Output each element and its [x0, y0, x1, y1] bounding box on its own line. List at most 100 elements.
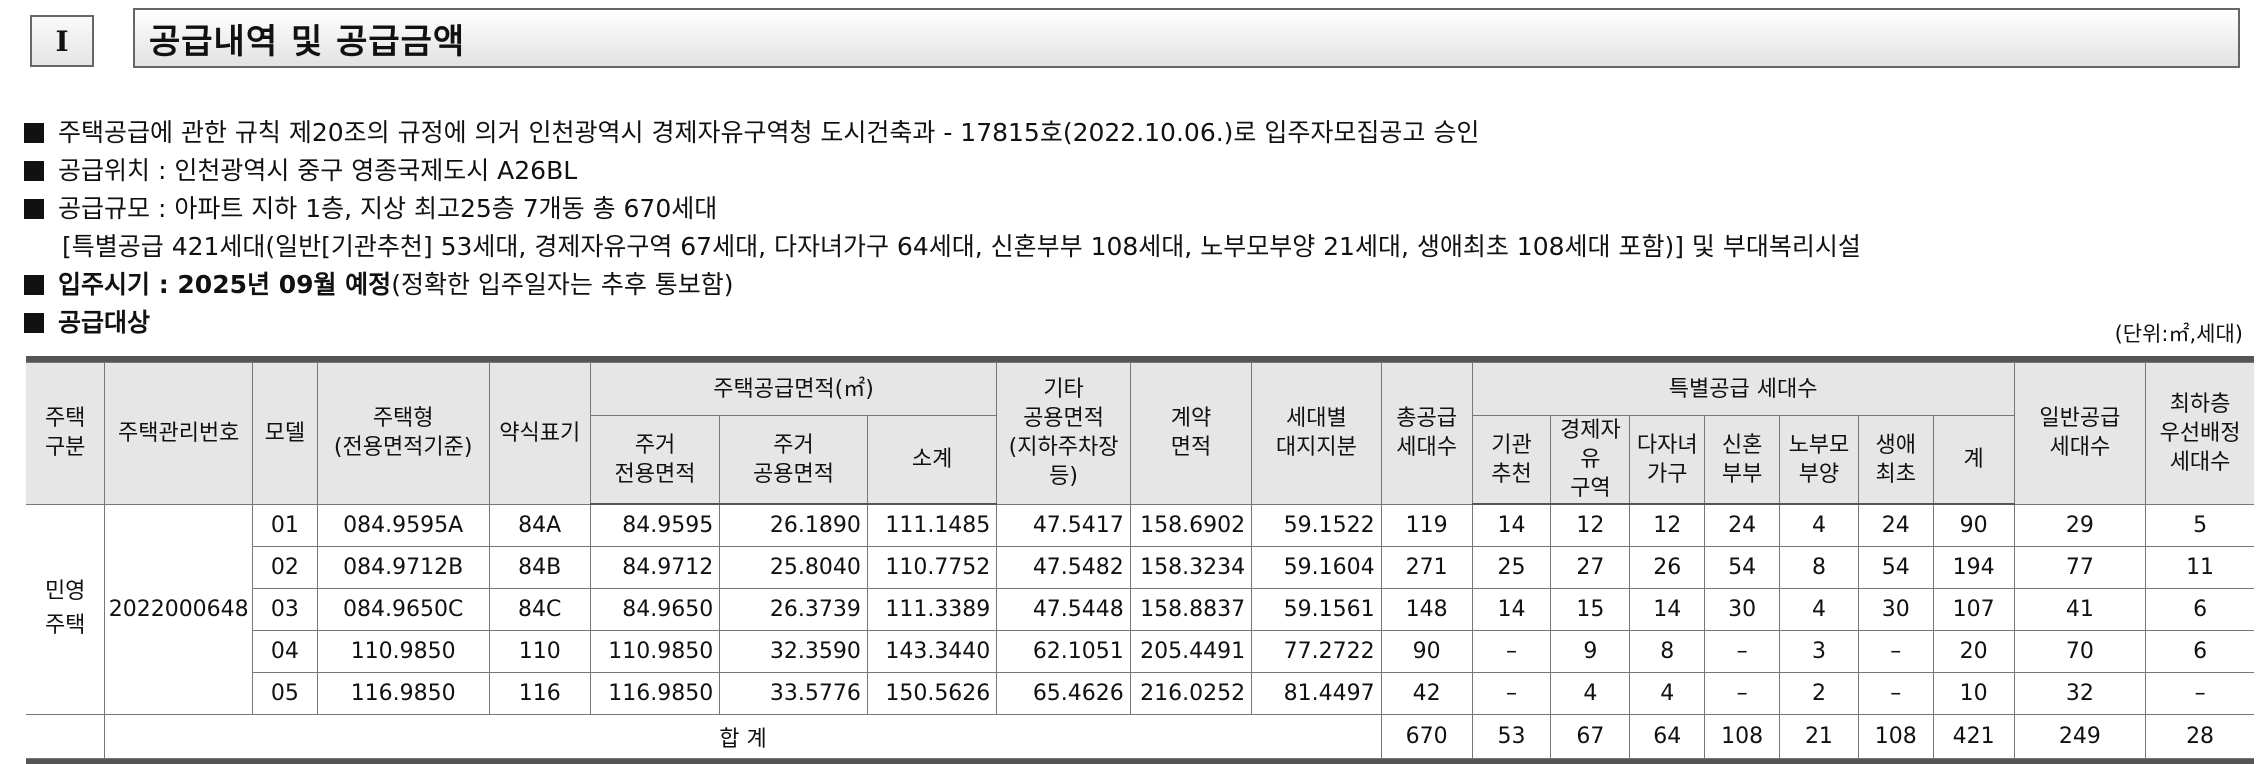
- cell-total: 148: [1380, 588, 1473, 631]
- cell-general: 41: [2013, 588, 2147, 631]
- cell-other: 47.5482: [996, 546, 1131, 589]
- cell-freezone: 27: [1550, 546, 1631, 589]
- cell-newlywed: –: [1704, 672, 1780, 715]
- th-common-area: 주거 공용면적: [719, 415, 868, 505]
- cell-multichild: 26: [1629, 546, 1706, 589]
- cell-lowest: 5: [2145, 503, 2254, 547]
- cell-agency: 14: [1471, 588, 1552, 631]
- th-sp-multi-child: 다자녀 가구: [1629, 415, 1706, 505]
- cell-excl: 116.9850: [589, 672, 721, 715]
- cell-general: 32: [2013, 672, 2147, 715]
- th-sp-newlywed: 신혼 부부: [1704, 415, 1780, 505]
- cell-agency: 25: [1471, 546, 1552, 589]
- th-model: 모델: [252, 362, 318, 505]
- cell-excl: 84.9650: [589, 588, 721, 631]
- cell-first: 24: [1857, 503, 1934, 547]
- cell-elderly: 3: [1779, 630, 1859, 673]
- cell-common: 33.5776: [719, 672, 868, 715]
- cell-general: 29: [2013, 503, 2147, 547]
- cell-housing-type: 민영 주택: [26, 503, 106, 715]
- cell-model: 03: [252, 588, 318, 631]
- table-row: 04 110.9850 110 110.9850 32.3590 143.344…: [26, 630, 2254, 673]
- cell-spsum: 194: [1932, 546, 2015, 589]
- cell-general: 70: [2013, 630, 2147, 673]
- cell-contract: 158.8837: [1129, 588, 1253, 631]
- cell-spsum: 107: [1932, 588, 2015, 631]
- cell-total: 271: [1380, 546, 1473, 589]
- cell-freezone: 9: [1550, 630, 1631, 673]
- cell-newlywed: 54: [1704, 546, 1780, 589]
- note-move-in: 입주시기 : 2025년 09월 예정 (정확한 입주일자는 추후 통보함): [24, 266, 2244, 304]
- cell-model: 01: [252, 503, 318, 547]
- section-number-box: I: [30, 15, 94, 67]
- cell-land: 59.1604: [1251, 546, 1382, 589]
- cell-elderly: 4: [1779, 588, 1859, 631]
- cell-common: 25.8040: [719, 546, 868, 589]
- note-approval: 주택공급에 관한 규칙 제20조의 규정에 의거 인천광역시 경제자유구역청 도…: [24, 114, 2244, 152]
- cell-excl: 84.9595: [589, 503, 721, 547]
- cell-short: 116: [488, 672, 591, 715]
- note-location: 공급위치 : 인천광역시 중구 영종국제도시 A26BL: [24, 152, 2244, 190]
- th-sp-first-time: 생애 최초: [1857, 415, 1934, 505]
- th-exclusive-area: 주거 전용면적: [590, 415, 721, 505]
- th-housing-type: 주택 구분: [26, 362, 106, 505]
- cell-newlywed: 30: [1704, 588, 1780, 631]
- table-row: 05 116.9850 116 116.9850 33.5776 150.562…: [26, 672, 2254, 715]
- cell-subtotal: 111.3389: [866, 588, 998, 631]
- th-sp-free-zone: 경제자유 구역: [1550, 415, 1631, 505]
- cell-general: 77: [2013, 546, 2147, 589]
- section-title: 공급내역 및 공급금액: [133, 8, 2240, 68]
- cell-freezone: 15: [1550, 588, 1631, 631]
- th-special-group: 특별공급 세대수: [1471, 362, 2015, 416]
- cell-lowest: 6: [2145, 588, 2254, 631]
- table-row: 03 084.9650C 84C 84.9650 26.3739 111.338…: [26, 588, 2254, 631]
- th-sp-sum: 계: [1932, 415, 2015, 505]
- square-bullet-icon: [24, 123, 44, 143]
- cell-lowest: –: [2145, 672, 2254, 715]
- cell-multichild: 12: [1629, 503, 1706, 547]
- cell-total: 119: [1380, 503, 1473, 547]
- cell-other: 47.5448: [996, 588, 1131, 631]
- cell-short: 110: [488, 630, 591, 673]
- th-sp-agency: 기관 추천: [1471, 415, 1552, 505]
- cell-multichild: 4: [1629, 672, 1706, 715]
- cell-lowest: 11: [2145, 546, 2254, 589]
- cell-land: 59.1522: [1251, 503, 1382, 547]
- th-sp-elderly: 노부모 부양: [1779, 415, 1859, 505]
- cell-short: 84B: [488, 546, 591, 589]
- cell-house-type: 110.9850: [316, 630, 490, 673]
- cell-short: 84A: [488, 503, 591, 547]
- cell-agency: –: [1471, 630, 1552, 673]
- cell-elderly: 2: [1779, 672, 1859, 715]
- cell-subtotal: 150.5626: [866, 672, 998, 715]
- section-number: I: [55, 24, 69, 58]
- cell-other: 65.4626: [996, 672, 1131, 715]
- cell-land: 77.2722: [1251, 630, 1382, 673]
- cell-house-type: 084.9650C: [316, 588, 490, 631]
- cell-house-type: 116.9850: [316, 672, 490, 715]
- square-bullet-icon: [24, 161, 44, 181]
- cell-lowest: 6: [2145, 630, 2254, 673]
- cell-newlywed: –: [1704, 630, 1780, 673]
- cell-first: –: [1857, 672, 1934, 715]
- cell-excl: 84.9712: [589, 546, 721, 589]
- notes-block: 주택공급에 관한 규칙 제20조의 규정에 의거 인천광역시 경제자유구역청 도…: [24, 114, 2244, 342]
- th-contract-area: 계약 면적: [1129, 362, 1253, 505]
- cell-excl: 110.9850: [589, 630, 721, 673]
- cell-land: 81.4497: [1251, 672, 1382, 715]
- cell-common: 26.1890: [719, 503, 868, 547]
- cell-elderly: 4: [1779, 503, 1859, 547]
- th-short-name: 약식표기: [488, 362, 591, 505]
- cell-total: 42: [1380, 672, 1473, 715]
- cell-spsum: 90: [1932, 503, 2015, 547]
- square-bullet-icon: [24, 275, 44, 295]
- unit-label: (단위:㎡,세대): [2114, 322, 2243, 346]
- cell-subtotal: 111.1485: [866, 503, 998, 547]
- cell-contract: 158.6902: [1129, 503, 1253, 547]
- cell-multichild: 14: [1629, 588, 1706, 631]
- cell-multichild: 8: [1629, 630, 1706, 673]
- cell-model: 05: [252, 672, 318, 715]
- cell-contract: 158.3234: [1129, 546, 1253, 589]
- cell-common: 32.3590: [719, 630, 868, 673]
- square-bullet-icon: [24, 199, 44, 219]
